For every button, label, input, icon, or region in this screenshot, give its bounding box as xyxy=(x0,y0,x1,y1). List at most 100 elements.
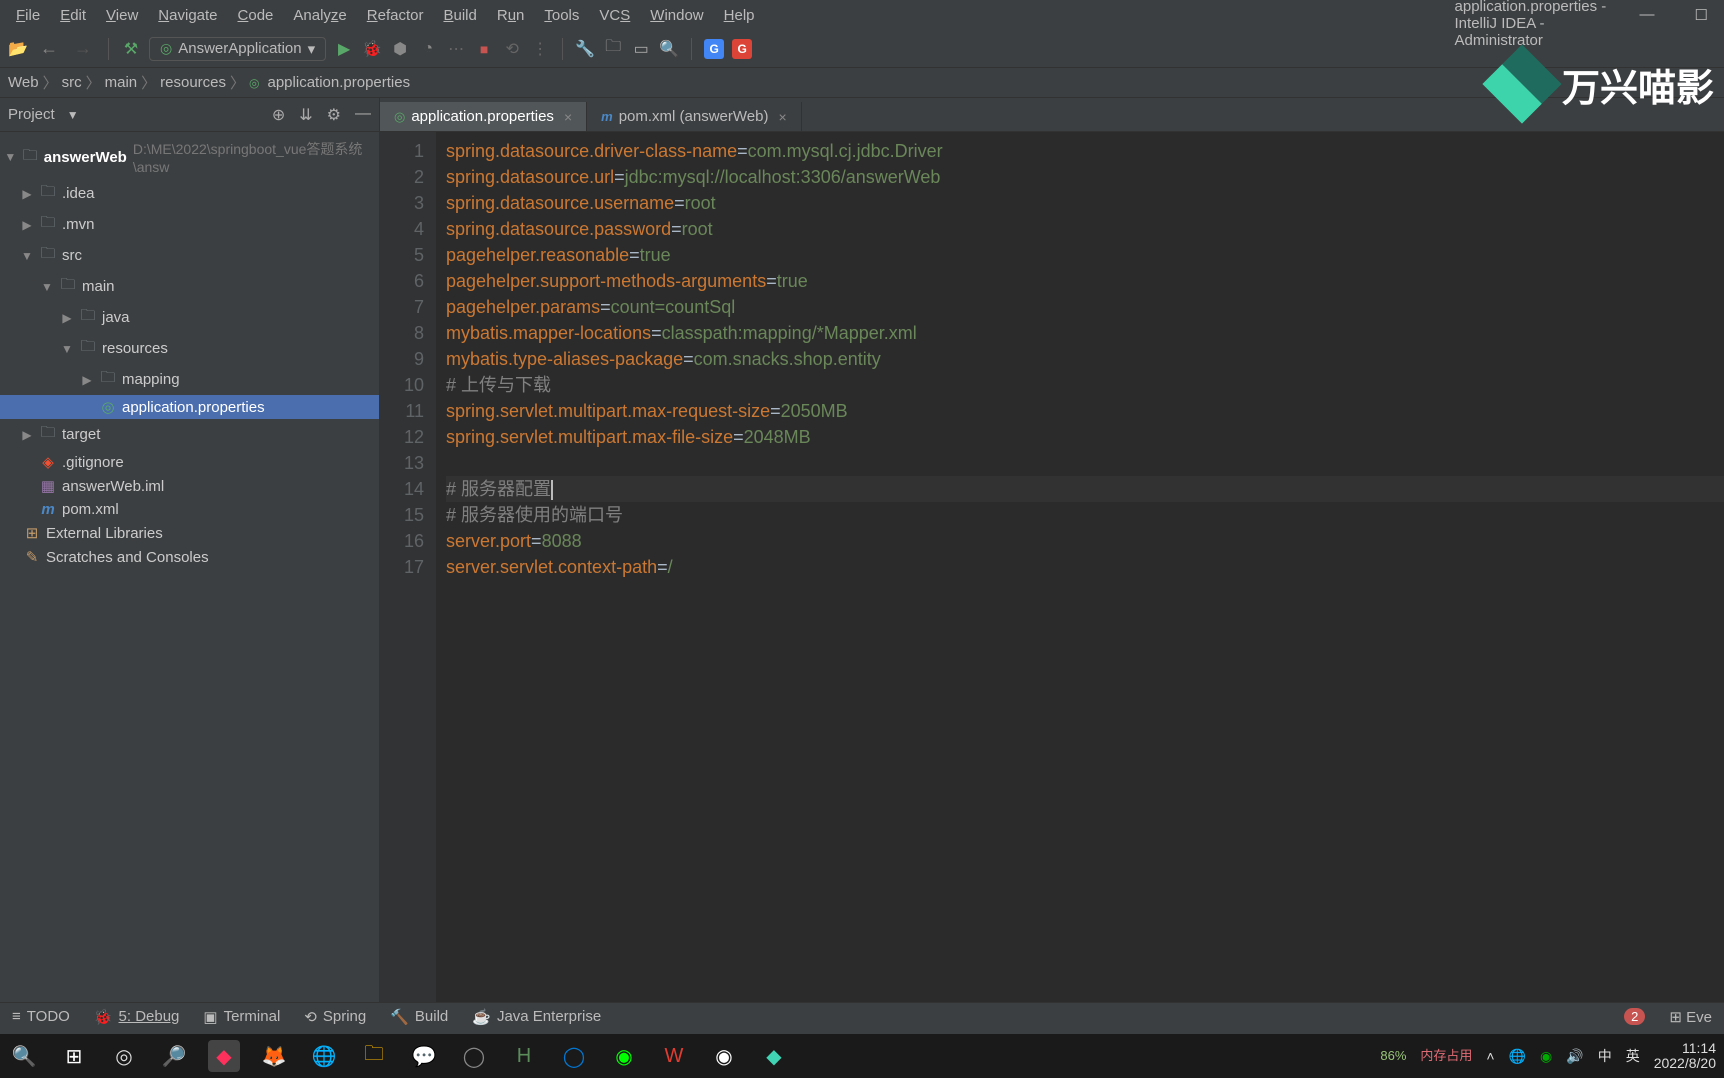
stop-icon[interactable]: ■ xyxy=(474,39,494,59)
close-icon[interactable]: × xyxy=(778,109,786,125)
build-icon[interactable]: ⚒ xyxy=(121,39,141,59)
hide-icon[interactable]: — xyxy=(355,105,371,125)
breadcrumb-item[interactable]: src xyxy=(62,74,82,91)
menu-code[interactable]: Code xyxy=(230,5,282,26)
attach-icon[interactable]: ⋯ xyxy=(446,39,466,59)
code-editor[interactable]: 1234567891011121314151617 spring.datasou… xyxy=(380,132,1724,1002)
app-icon[interactable]: H xyxy=(508,1040,540,1072)
menu-navigate[interactable]: Navigate xyxy=(150,5,225,26)
collapse-icon[interactable]: ⇊ xyxy=(299,105,312,125)
gear-icon[interactable]: ⚙ xyxy=(327,105,341,125)
intellij-icon[interactable]: ◆ xyxy=(208,1040,240,1072)
app-icon[interactable]: ◎ xyxy=(108,1040,140,1072)
filmora-icon[interactable]: ◆ xyxy=(758,1040,790,1072)
firefox-icon[interactable]: 🦊 xyxy=(258,1040,290,1072)
nav-back-icon[interactable]: ← xyxy=(36,38,62,59)
event-log[interactable]: ⊞ Eve xyxy=(1669,1008,1712,1026)
menu-vcs[interactable]: VCS xyxy=(591,5,638,26)
tree-item[interactable]: ▶🗀java xyxy=(0,302,379,333)
sidebar-title[interactable]: Project xyxy=(8,106,55,123)
network-icon[interactable]: 🌐 xyxy=(1509,1048,1526,1065)
breadcrumb-item[interactable]: Web xyxy=(8,74,39,91)
google-red-icon[interactable]: G xyxy=(732,39,752,59)
wrench-icon[interactable]: 🔧 xyxy=(575,39,595,59)
more-icon[interactable]: ⋮ xyxy=(530,39,550,59)
mem-widget[interactable]: 内存占用 xyxy=(1420,1049,1472,1063)
breadcrumb-item[interactable]: main xyxy=(105,74,138,91)
tree-item[interactable]: mpom.xml xyxy=(0,498,379,521)
menu-window[interactable]: Window xyxy=(642,5,711,26)
menu-edit[interactable]: Edit xyxy=(52,5,94,26)
edge-icon[interactable]: ◯ xyxy=(558,1040,590,1072)
wps-icon[interactable]: W xyxy=(658,1040,690,1072)
tree-item[interactable]: ▼🗀main xyxy=(0,271,379,302)
taskview-icon[interactable]: ⊞ xyxy=(58,1040,90,1072)
tree-item[interactable]: ▼🗀resources xyxy=(0,333,379,364)
nav-forward-icon[interactable]: → xyxy=(70,38,96,59)
tool-terminal[interactable]: ▣ Terminal xyxy=(203,1008,280,1026)
close-icon[interactable]: × xyxy=(564,109,572,125)
ime-mode[interactable]: 英 xyxy=(1626,1046,1640,1066)
chevron-down-icon[interactable]: ▼ xyxy=(67,108,79,122)
explorer-icon[interactable]: 🗀 xyxy=(358,1040,390,1072)
open-icon[interactable]: 📂 xyxy=(8,39,28,59)
device-icon[interactable]: ▭ xyxy=(631,39,651,59)
tool-todo[interactable]: ≡ TODO xyxy=(12,1008,70,1025)
volume-icon[interactable]: 🔊 xyxy=(1566,1048,1583,1065)
debug-icon[interactable]: 🐞 xyxy=(362,39,382,59)
event-badge[interactable]: 2 xyxy=(1624,1008,1645,1025)
search-icon[interactable]: 🔍 xyxy=(8,1040,40,1072)
profile-icon[interactable]: ◔ xyxy=(418,39,438,59)
tree-item[interactable]: ▶🗀mapping xyxy=(0,364,379,395)
tab-application-properties[interactable]: ◎ application.properties × xyxy=(380,102,587,131)
tree-item[interactable]: ◎application.properties xyxy=(0,395,379,419)
coverage-icon[interactable]: ⬢ xyxy=(390,39,410,59)
tool-spring[interactable]: ⟲ Spring xyxy=(304,1008,366,1026)
menu-file[interactable]: File xyxy=(8,5,48,26)
maximize-icon[interactable]: ☐ xyxy=(1687,4,1716,26)
locate-icon[interactable]: ⊕ xyxy=(272,105,285,125)
menu-tools[interactable]: Tools xyxy=(536,5,587,26)
tree-item[interactable]: ▶🗀target xyxy=(0,419,379,450)
search-icon[interactable]: 🔍 xyxy=(659,39,679,59)
run-icon[interactable]: ▶ xyxy=(334,39,354,59)
folder-icon[interactable]: 🗀 xyxy=(603,39,623,59)
tray-expand-icon[interactable]: ˄ xyxy=(1486,1048,1494,1064)
tool-javaee[interactable]: ☕ Java Enterprise xyxy=(472,1008,601,1026)
google-translate-icon[interactable]: G xyxy=(704,39,724,59)
app-tray-icon[interactable]: ◉ xyxy=(1540,1048,1552,1065)
update-icon[interactable]: ⟲ xyxy=(502,39,522,59)
app-icon[interactable]: ◉ xyxy=(708,1040,740,1072)
tool-debug[interactable]: 🐞 5: Debug xyxy=(94,1008,180,1026)
tree-item[interactable]: ▦answerWeb.iml xyxy=(0,474,379,498)
breadcrumb-item[interactable]: resources xyxy=(160,74,226,91)
tree-project-root[interactable]: ▼🗀 answerWeb D:\ME\2022\springboot_vue答题… xyxy=(0,136,379,178)
app-icon[interactable]: ◯ xyxy=(458,1040,490,1072)
breadcrumb-item[interactable]: application.properties xyxy=(268,74,411,91)
chrome-icon[interactable]: 🌐 xyxy=(308,1040,340,1072)
menu-help[interactable]: Help xyxy=(716,5,763,26)
tree-item[interactable]: ✎Scratches and Consoles xyxy=(0,545,379,569)
run-config-dropdown[interactable]: ◎ AnswerApplication ▾ xyxy=(149,37,326,61)
tree-item[interactable]: ▶🗀.mvn xyxy=(0,209,379,240)
menu-view[interactable]: View xyxy=(98,5,146,26)
clock[interactable]: 11:14 2022/8/20 xyxy=(1654,1041,1716,1072)
tree-item[interactable]: ▶🗀.idea xyxy=(0,178,379,209)
magnify-icon[interactable]: 🔎 xyxy=(158,1040,190,1072)
cpu-widget[interactable]: 86% xyxy=(1380,1049,1406,1063)
tree-item[interactable]: ▼🗀src xyxy=(0,240,379,271)
wechat-icon[interactable]: 💬 xyxy=(408,1040,440,1072)
menu-run[interactable]: Run xyxy=(489,5,533,26)
ime-lang[interactable]: 中 xyxy=(1598,1046,1612,1066)
menu-analyze[interactable]: Analyze xyxy=(285,5,354,26)
app-icon[interactable]: ◉ xyxy=(608,1040,640,1072)
menu-build[interactable]: Build xyxy=(435,5,484,26)
tree-item[interactable]: ◈.gitignore xyxy=(0,450,379,474)
project-tree[interactable]: ▼🗀 answerWeb D:\ME\2022\springboot_vue答题… xyxy=(0,132,379,573)
tool-build[interactable]: 🔨 Build xyxy=(390,1008,448,1026)
menu-refactor[interactable]: Refactor xyxy=(359,5,432,26)
tab-pom-xml[interactable]: m pom.xml (answerWeb) × xyxy=(587,102,802,131)
tree-item[interactable]: ⊞External Libraries xyxy=(0,521,379,545)
minimize-icon[interactable]: — xyxy=(1632,4,1663,26)
code-content[interactable]: spring.datasource.driver-class-name=com.… xyxy=(436,132,1724,1002)
